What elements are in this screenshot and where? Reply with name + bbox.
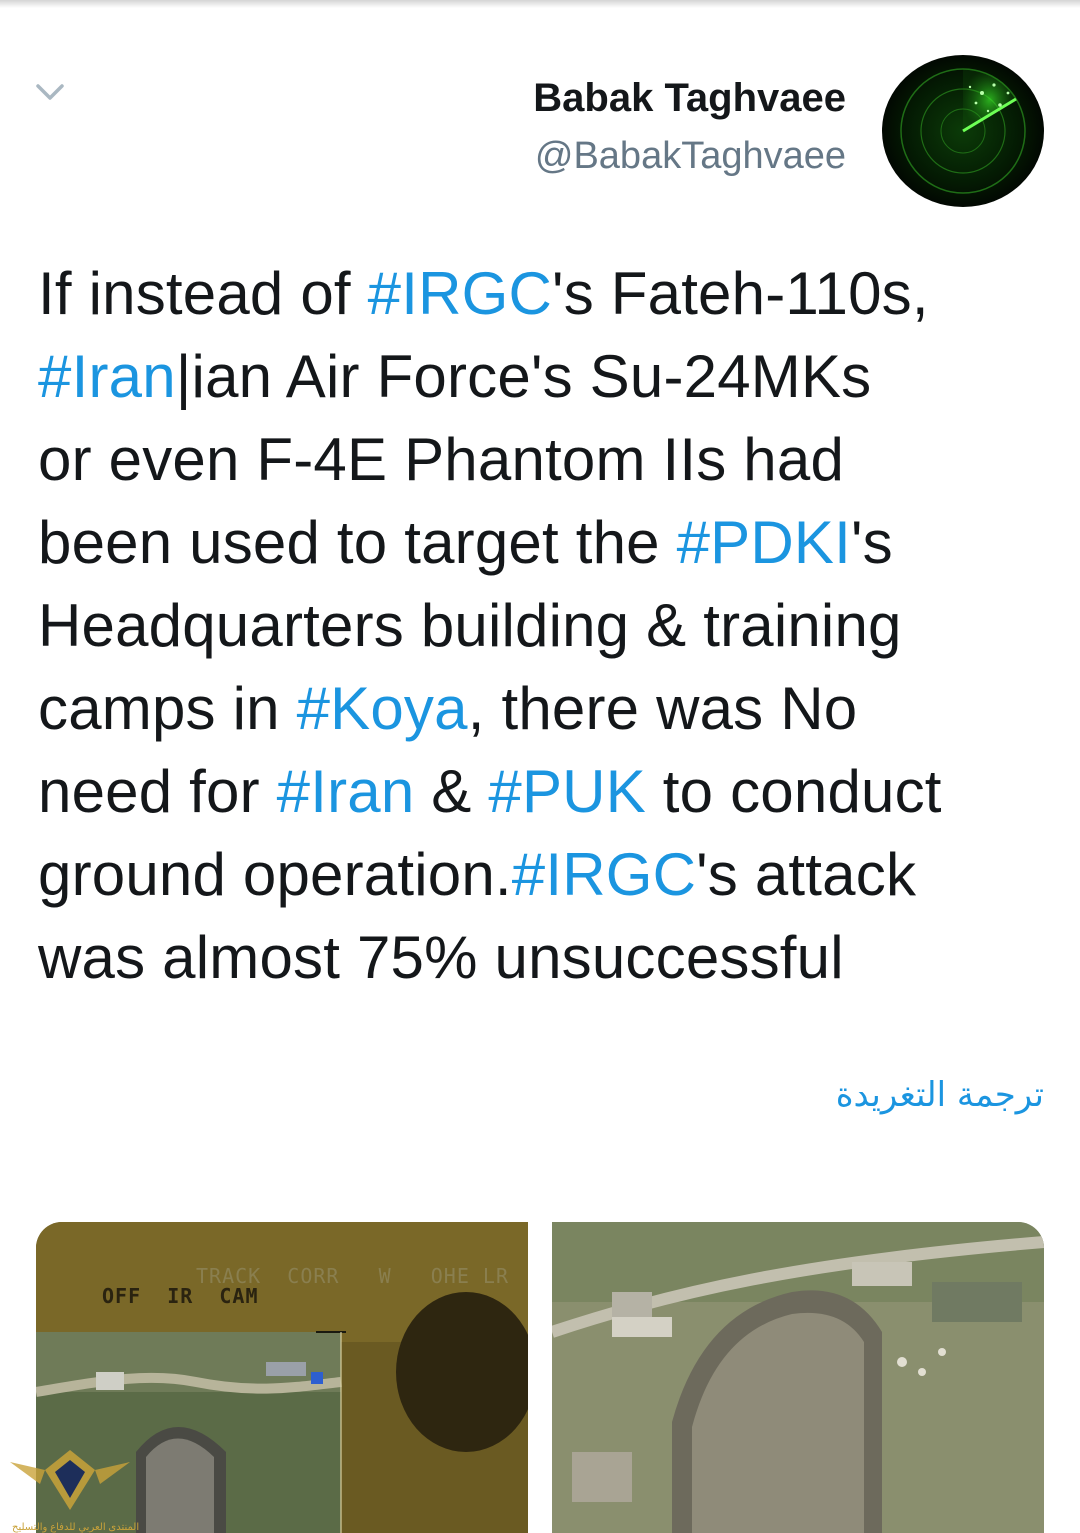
tweet-line: Headquarters building & training [38, 584, 1058, 667]
tweet-text-segment: , there was No [467, 675, 858, 742]
hashtag-link[interactable]: #Iran [38, 343, 176, 410]
tweet-author[interactable]: Babak Taghvaee @BabakTaghvaee [533, 74, 846, 180]
author-handle[interactable]: @BabakTaghvaee [533, 132, 846, 180]
tweet-line: If instead of #IRGC's Fateh-110s, [38, 252, 1058, 335]
tweet-image-satellite[interactable] [552, 1222, 1044, 1533]
top-divider [0, 0, 1080, 8]
tweet-text-segment: 's [851, 509, 893, 576]
avatar[interactable] [882, 55, 1044, 207]
hashtag-link[interactable]: #IRGC [512, 841, 696, 908]
hashtag-link[interactable]: #PDKI [677, 509, 851, 576]
tweet-text-segment: need for [38, 758, 277, 825]
author-display-name[interactable]: Babak Taghvaee [533, 74, 846, 122]
watermark-label: المنتدى العربي للدفاع والتسليح [12, 1522, 140, 1533]
hashtag-link[interactable]: #Koya [297, 675, 468, 742]
tweet-text-segment: was almost 75% unsuccessful [38, 924, 844, 991]
tweet-text-segment: or even F-4E Phantom IIs had [38, 426, 845, 493]
hashtag-link[interactable]: #PUK [488, 758, 646, 825]
tweet-text-segment: to conduct [645, 758, 942, 825]
tweet-text-segment: & [414, 758, 489, 825]
tweet-text-segment: 's attack [696, 841, 917, 908]
tweet-text-segment: |ian Air Force's Su-24MKs [175, 343, 872, 410]
tweet-text-segment: If instead of [38, 260, 368, 327]
tweet-line: camps in #Koya, there was No [38, 667, 1058, 750]
tweet-line: ground operation.#IRGC's attack [38, 833, 1058, 916]
tweet-line: or even F-4E Phantom IIs had [38, 418, 1058, 501]
hud-cam-label: OFF IR CAM [102, 1284, 259, 1308]
tweet-text-segment: 's Fateh-110s, [552, 260, 929, 327]
tweet-text-segment: Headquarters building & training [38, 592, 902, 659]
tweet-line: been used to target the #PDKI's [38, 501, 1058, 584]
eagle-logo-icon [10, 1450, 130, 1510]
hashtag-link[interactable]: #IRGC [368, 260, 552, 327]
tweet-text: If instead of #IRGC's Fateh-110s, #Iran|i… [38, 252, 1058, 999]
tweet-text-segment: ground operation. [38, 841, 512, 908]
forum-watermark: المنتدى العربي للدفاع والتسليح [0, 1440, 140, 1533]
translate-tweet-link[interactable]: ترجمة التغريدة [836, 1075, 1044, 1115]
chevron-down-icon[interactable] [30, 72, 70, 112]
tweet-line: #Iran|ian Air Force's Su-24MKs [38, 335, 1058, 418]
tweet-screen: Babak Taghvaee @BabakTaghvaee If instead… [0, 0, 1080, 1533]
tweet-text-segment: camps in [38, 675, 297, 742]
satellite-image [552, 1222, 1044, 1533]
radar-avatar-icon [882, 55, 1044, 207]
tweet-line: need for #Iran & #PUK to conduct [38, 750, 1058, 833]
tweet-line: was almost 75% unsuccessful [38, 916, 1058, 999]
tweet-text-segment: been used to target the [38, 509, 677, 576]
hashtag-link[interactable]: #Iran [277, 758, 415, 825]
